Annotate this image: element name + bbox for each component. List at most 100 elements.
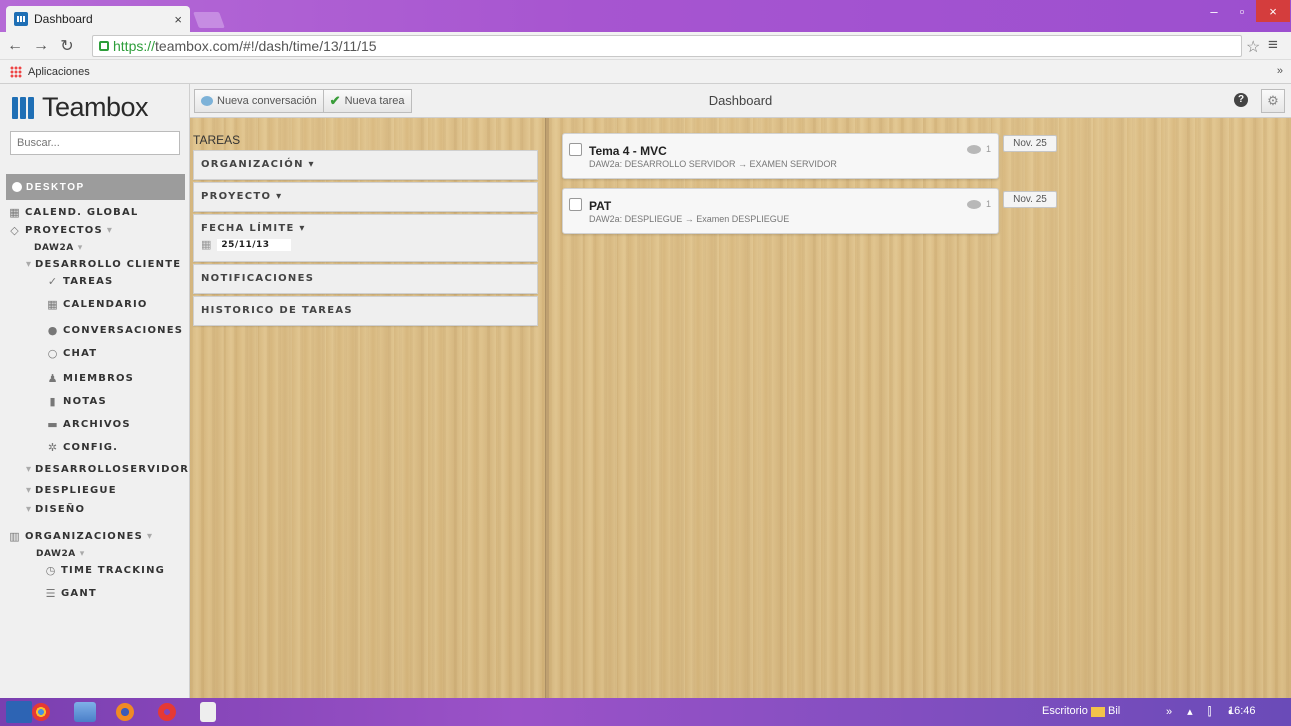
sidebar-item-chat[interactable]: ○ CHAT bbox=[46, 347, 97, 360]
back-arrow-icon[interactable]: ← bbox=[4, 37, 26, 55]
address-bar[interactable]: https://teambox.com/#!/dash/time/13/11/1… bbox=[92, 35, 1242, 57]
dashboard-icon bbox=[12, 182, 22, 192]
sidebar-item-files[interactable]: ▬ ARCHIVOS bbox=[46, 418, 131, 431]
sidebar-item-gant[interactable]: ☰ GANT bbox=[44, 587, 97, 600]
task-card[interactable]: PAT DAW2a: DESPLIEGUE → Examen DESPLIEGU… bbox=[562, 188, 999, 234]
sidebar-item-tasks[interactable]: ✓ TAREAS bbox=[46, 275, 113, 288]
due-date-badge: Nov. 25 bbox=[1003, 135, 1057, 152]
sidebar-item-global-calendar[interactable]: ▦ CALEND. GLOBAL bbox=[8, 206, 139, 219]
task-name[interactable]: PAT bbox=[589, 199, 611, 213]
sidebar-item-org-daw2a-2[interactable]: DAW2A ▾ bbox=[36, 549, 84, 559]
sidebar-item-despliegue[interactable]: ▾ DESPLIEGUE bbox=[26, 485, 117, 496]
minimize-button[interactable]: – bbox=[1200, 0, 1228, 22]
new-tab-button[interactable] bbox=[193, 12, 225, 28]
sidebar-item-notes[interactable]: ▮ NOTAS bbox=[46, 395, 107, 408]
chevron-down-icon: ▾ bbox=[147, 531, 153, 542]
desarrollo-cliente-label: DESARROLLO CLIENTE bbox=[35, 259, 182, 270]
filter-notifications[interactable]: NOTIFICACIONES bbox=[193, 264, 538, 294]
filter-task-history-label: HISTORICO DE TAREAS bbox=[201, 305, 353, 316]
browser-tab[interactable]: Dashboard × bbox=[6, 6, 190, 32]
sidebar-item-diseno[interactable]: ▾ DISEÑO bbox=[26, 504, 85, 515]
calendar-icon: ▦ bbox=[47, 298, 58, 311]
task-checkbox[interactable] bbox=[569, 198, 582, 211]
lock-icon bbox=[99, 41, 109, 51]
logo-icon bbox=[12, 96, 36, 119]
forward-arrow-icon[interactable]: → bbox=[30, 37, 52, 55]
sidebar: Teambox DESKTOP ▦ CALEND. GLOBAL ◇ PROYE… bbox=[0, 84, 190, 698]
bookmark-star-icon[interactable]: ☆ bbox=[1246, 37, 1260, 57]
bookmarks-more-icon[interactable]: » bbox=[1277, 65, 1283, 77]
task-name[interactable]: Tema 4 - MVC bbox=[589, 144, 667, 158]
desarrollo-servidor-label: DESARROLLOSERVIDOR bbox=[35, 464, 190, 475]
chevron-down-icon: ▾ bbox=[26, 259, 32, 270]
browser-toolbar: ← → ↻ https://teambox.com/#!/dash/time/1… bbox=[0, 32, 1291, 60]
firefox-icon[interactable] bbox=[116, 703, 134, 721]
diseno-label: DISEÑO bbox=[35, 504, 86, 515]
windows-taskbar: Escritorio Bil » ▴ ⫿ ◖ 16:46 bbox=[0, 698, 1291, 726]
sidebar-item-organizations[interactable]: ▥ ORGANIZACIONES ▾ bbox=[8, 530, 152, 543]
clock-icon: ◷ bbox=[45, 564, 56, 577]
chrome-icon[interactable] bbox=[32, 703, 50, 721]
taskbar-bil-label[interactable]: Bil bbox=[1108, 705, 1120, 717]
taskbar-clock[interactable]: 16:46 bbox=[1228, 705, 1256, 717]
chevron-down-icon: ▾ bbox=[26, 485, 32, 496]
notes-label: NOTAS bbox=[63, 396, 107, 407]
due-date-field[interactable]: 25/11/13 bbox=[217, 238, 292, 251]
menu-icon[interactable]: ≡ bbox=[1268, 35, 1278, 55]
filter-organization-label: ORGANIZACIÓN ▾ bbox=[201, 159, 315, 170]
url-rest: teambox.com/#!/dash/time/13/11/15 bbox=[155, 38, 377, 54]
tab-close-icon[interactable]: × bbox=[174, 12, 182, 27]
filter-organization[interactable]: ORGANIZACIÓN ▾ bbox=[193, 150, 538, 180]
sidebar-item-org-daw2a[interactable]: DAW2A ▾ bbox=[34, 243, 82, 253]
calendar-icon: ▦ bbox=[9, 206, 20, 219]
org-daw2a-label: DAW2A bbox=[34, 243, 74, 253]
maximize-button[interactable]: ▫ bbox=[1228, 0, 1256, 22]
comment-icon bbox=[967, 145, 981, 154]
start-button[interactable] bbox=[6, 701, 32, 723]
folder-icon: ▬ bbox=[47, 418, 58, 431]
tab-title: Dashboard bbox=[34, 12, 93, 26]
sidebar-item-calendar[interactable]: ▦ CALENDARIO bbox=[46, 298, 148, 311]
folder-icon[interactable] bbox=[1091, 707, 1105, 717]
reload-icon[interactable]: ↻ bbox=[56, 36, 78, 56]
task-path: DAW2a: DESPLIEGUE → Examen DESPLIEGUE bbox=[589, 214, 790, 224]
sidebar-item-desktop[interactable]: DESKTOP bbox=[6, 174, 185, 200]
document-icon: ▮ bbox=[49, 395, 56, 408]
sidebar-item-desarrollo-cliente[interactable]: ▾ DESARROLLO CLIENTE bbox=[26, 259, 181, 270]
sidebar-item-projects[interactable]: ◇ PROYECTOS ▾ bbox=[8, 224, 112, 237]
chevron-down-icon: ▾ bbox=[77, 243, 83, 253]
checkmark-icon: ✓ bbox=[47, 275, 58, 288]
filter-due-date[interactable]: FECHA LÍMITE ▾ ▦ 25/11/13 bbox=[193, 214, 538, 262]
org-daw2a-2-label: DAW2A bbox=[36, 549, 76, 559]
taskbar-desktop-label[interactable]: Escritorio bbox=[1042, 705, 1088, 717]
teambox-logo[interactable]: Teambox bbox=[12, 92, 149, 123]
page-title: Dashboard bbox=[708, 93, 773, 108]
tasks-label: TAREAS bbox=[63, 276, 114, 287]
url-scheme: https:// bbox=[113, 38, 156, 54]
filter-task-history[interactable]: HISTORICO DE TAREAS bbox=[193, 296, 538, 326]
task-card[interactable]: Tema 4 - MVC DAW2a: DESARROLLO SERVIDOR … bbox=[562, 133, 999, 179]
filter-project-label: PROYECTO ▾ bbox=[201, 191, 283, 202]
bookmark-apps[interactable]: Aplicaciones bbox=[28, 66, 90, 78]
sidebar-item-desarrollo-servidor[interactable]: ▾ DESARROLLOSERVIDOR bbox=[26, 464, 189, 475]
file-explorer-icon[interactable] bbox=[74, 702, 96, 722]
task-checkbox[interactable] bbox=[569, 143, 582, 156]
users-icon: ♟ bbox=[47, 372, 58, 385]
comment-count: 1 bbox=[986, 144, 992, 154]
gant-label: GANT bbox=[61, 588, 97, 599]
close-window-button[interactable]: × bbox=[1256, 0, 1290, 22]
apps-grid-icon bbox=[10, 65, 22, 78]
settings-gear-button[interactable]: ⚙ bbox=[1261, 89, 1285, 113]
gear-icon: ✲ bbox=[47, 441, 58, 454]
filter-project[interactable]: PROYECTO ▾ bbox=[193, 182, 538, 212]
sidebar-item-config[interactable]: ✲ CONFIG. bbox=[46, 441, 118, 454]
help-icon[interactable]: ? bbox=[1234, 93, 1248, 107]
search-input[interactable] bbox=[10, 131, 180, 155]
projects-icon: ◇ bbox=[10, 224, 19, 237]
sidebar-item-members[interactable]: ♟ MIEMBROS bbox=[46, 372, 134, 385]
sidebar-item-time-tracking[interactable]: ◷ TIME TRACKING bbox=[44, 564, 165, 577]
sidebar-item-conversations[interactable]: ● CONVERSACIONES bbox=[46, 324, 183, 337]
desktop-label: DESKTOP bbox=[26, 181, 85, 193]
document-app-icon[interactable] bbox=[200, 702, 216, 722]
opera-icon[interactable] bbox=[158, 703, 176, 721]
